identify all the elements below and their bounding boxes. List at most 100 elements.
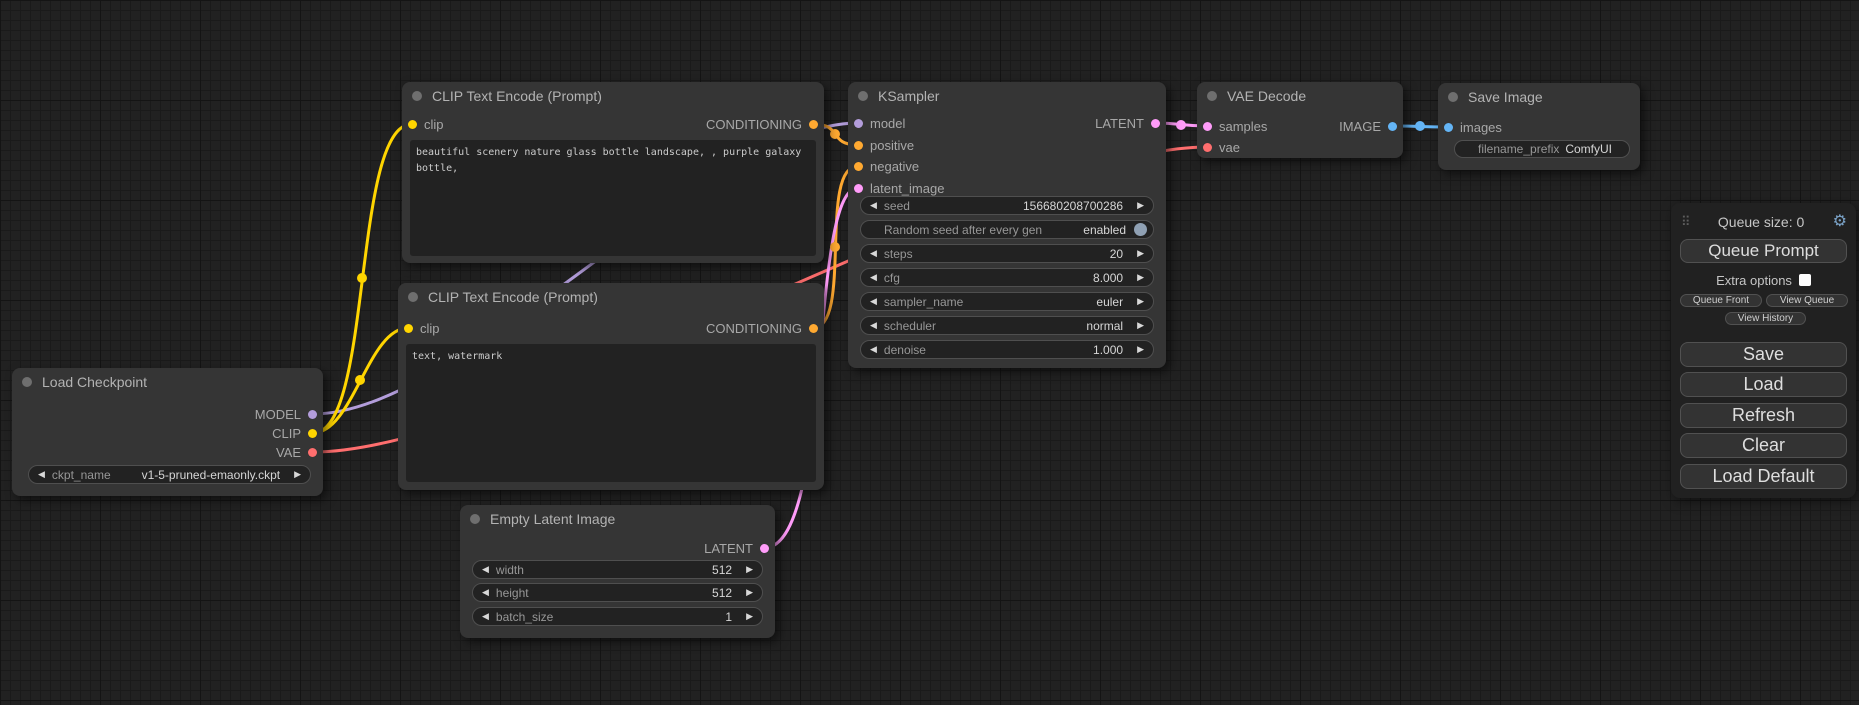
batch-size-widget[interactable]: ◀ batch_size 1 ▶ <box>472 607 763 626</box>
increment-arrow-icon[interactable]: ▶ <box>746 588 753 597</box>
collapse-dot-icon[interactable] <box>22 377 32 387</box>
input-slot-negative[interactable]: negative <box>854 157 919 175</box>
input-slot-positive[interactable]: positive <box>854 136 914 154</box>
cfg-widget[interactable]: ◀ cfg 8.000 ▶ <box>860 268 1154 287</box>
toggle-enabled-icon[interactable] <box>1134 223 1147 236</box>
load-button[interactable]: Load <box>1680 372 1847 397</box>
clear-button[interactable]: Clear <box>1680 433 1847 458</box>
latent-output-dot[interactable] <box>760 544 769 553</box>
filename-prefix-widget[interactable]: filename_prefix ComfyUI <box>1454 140 1630 158</box>
collapse-dot-icon[interactable] <box>1448 92 1458 102</box>
collapse-dot-icon[interactable] <box>470 514 480 524</box>
node-title-bar[interactable]: CLIP Text Encode (Prompt) <box>398 283 824 310</box>
clip-input-dot[interactable] <box>404 324 413 333</box>
node-ksampler[interactable]: KSampler model LATENT positive negative … <box>848 82 1166 368</box>
negative-input-dot[interactable] <box>854 162 863 171</box>
sampler-name-widget[interactable]: ◀ sampler_name euler ▶ <box>860 292 1154 311</box>
increment-arrow-icon[interactable]: ▶ <box>1137 321 1144 330</box>
increment-arrow-icon[interactable]: ▶ <box>1137 249 1144 258</box>
clip-output-dot[interactable] <box>308 429 317 438</box>
node-clip-text-encode-positive[interactable]: CLIP Text Encode (Prompt) clip CONDITION… <box>402 82 824 263</box>
clip-input-dot[interactable] <box>408 120 417 129</box>
node-save-image[interactable]: Save Image images filename_prefix ComfyU… <box>1438 83 1640 170</box>
output-slot-conditioning[interactable]: CONDITIONING <box>706 115 818 133</box>
increment-arrow-icon[interactable]: ▶ <box>746 612 753 621</box>
output-slot-clip[interactable]: CLIP <box>272 424 317 442</box>
queue-prompt-button[interactable]: Queue Prompt <box>1680 239 1847 263</box>
save-button[interactable]: Save <box>1680 342 1847 367</box>
decrement-arrow-icon[interactable]: ◀ <box>870 321 877 330</box>
vae-input-dot[interactable] <box>1203 143 1212 152</box>
steps-widget[interactable]: ◀ steps 20 ▶ <box>860 244 1154 263</box>
increment-arrow-icon[interactable]: ▶ <box>1137 273 1144 282</box>
positive-prompt-textarea[interactable]: beautiful scenery nature glass bottle la… <box>410 140 816 256</box>
seed-widget[interactable]: ◀ seed 156680208700286 ▶ <box>860 196 1154 215</box>
model-output-dot[interactable] <box>308 410 317 419</box>
node-title-bar[interactable]: Save Image <box>1438 83 1640 110</box>
collapse-dot-icon[interactable] <box>408 292 418 302</box>
width-widget[interactable]: ◀ width 512 ▶ <box>472 560 763 579</box>
input-slot-model[interactable]: model <box>854 114 905 132</box>
input-slot-clip[interactable]: clip <box>404 319 440 337</box>
output-slot-latent[interactable]: LATENT <box>1095 114 1160 132</box>
model-input-dot[interactable] <box>854 119 863 128</box>
decrement-arrow-icon[interactable]: ◀ <box>482 588 489 597</box>
node-title-bar[interactable]: VAE Decode <box>1197 82 1403 109</box>
drag-handle-icon[interactable]: ⠿ <box>1681 214 1690 230</box>
images-input-dot[interactable] <box>1444 123 1453 132</box>
node-empty-latent-image[interactable]: Empty Latent Image LATENT ◀ width 512 ▶ … <box>460 505 775 638</box>
input-slot-latent-image[interactable]: latent_image <box>854 179 944 197</box>
denoise-widget[interactable]: ◀ denoise 1.000 ▶ <box>860 340 1154 359</box>
settings-gear-icon[interactable]: ⚙ <box>1833 214 1847 230</box>
collapse-dot-icon[interactable] <box>858 91 868 101</box>
node-graph-canvas[interactable]: Load Checkpoint MODEL CLIP VAE ◀ ckpt_na… <box>0 0 1859 705</box>
input-slot-clip[interactable]: clip <box>408 115 444 133</box>
node-title-bar[interactable]: Load Checkpoint <box>12 368 323 395</box>
extra-options-checkbox[interactable] <box>1799 274 1811 286</box>
node-title-bar[interactable]: CLIP Text Encode (Prompt) <box>402 82 824 109</box>
latent-image-input-dot[interactable] <box>854 184 863 193</box>
output-slot-model[interactable]: MODEL <box>255 405 317 423</box>
refresh-button[interactable]: Refresh <box>1680 403 1847 428</box>
increment-arrow-icon[interactable]: ▶ <box>746 565 753 574</box>
node-vae-decode[interactable]: VAE Decode samples IMAGE vae <box>1197 82 1403 158</box>
positive-input-dot[interactable] <box>854 141 863 150</box>
output-slot-conditioning[interactable]: CONDITIONING <box>706 319 818 337</box>
output-slot-image[interactable]: IMAGE <box>1339 117 1397 135</box>
decrement-arrow-icon[interactable]: ◀ <box>870 249 877 258</box>
increment-arrow-icon[interactable]: ▶ <box>1137 345 1144 354</box>
scheduler-widget[interactable]: ◀ scheduler normal ▶ <box>860 316 1154 335</box>
vae-output-dot[interactable] <box>308 448 317 457</box>
load-default-button[interactable]: Load Default <box>1680 464 1847 489</box>
decrement-arrow-icon[interactable]: ◀ <box>482 565 489 574</box>
node-load-checkpoint[interactable]: Load Checkpoint MODEL CLIP VAE ◀ ckpt_na… <box>12 368 323 496</box>
ckpt-name-widget[interactable]: ◀ ckpt_name v1-5-pruned-emaonly.ckpt ▶ <box>28 465 311 484</box>
random-seed-toggle-widget[interactable]: Random seed after every gen enabled <box>860 220 1154 239</box>
output-slot-vae[interactable]: VAE <box>276 443 317 461</box>
increment-arrow-icon[interactable]: ▶ <box>294 470 301 479</box>
collapse-dot-icon[interactable] <box>412 91 422 101</box>
image-output-dot[interactable] <box>1388 122 1397 131</box>
view-history-button[interactable]: View History <box>1725 312 1806 325</box>
latent-output-dot[interactable] <box>1151 119 1160 128</box>
input-slot-samples[interactable]: samples <box>1203 117 1267 135</box>
decrement-arrow-icon[interactable]: ◀ <box>482 612 489 621</box>
node-clip-text-encode-negative[interactable]: CLIP Text Encode (Prompt) clip CONDITION… <box>398 283 824 490</box>
view-queue-button[interactable]: View Queue <box>1766 294 1848 307</box>
collapse-dot-icon[interactable] <box>1207 91 1217 101</box>
conditioning-output-dot[interactable] <box>809 324 818 333</box>
output-slot-latent[interactable]: LATENT <box>704 539 769 557</box>
node-title-bar[interactable]: Empty Latent Image <box>460 505 775 532</box>
node-title-bar[interactable]: KSampler <box>848 82 1166 109</box>
height-widget[interactable]: ◀ height 512 ▶ <box>472 583 763 602</box>
input-slot-images[interactable]: images <box>1444 118 1502 136</box>
increment-arrow-icon[interactable]: ▶ <box>1137 201 1144 210</box>
control-menu-panel[interactable]: ⠿ Queue size: 0 ⚙ Queue Prompt Extra opt… <box>1671 203 1856 498</box>
negative-prompt-textarea[interactable]: text, watermark <box>406 344 816 482</box>
decrement-arrow-icon[interactable]: ◀ <box>38 470 45 479</box>
input-slot-vae[interactable]: vae <box>1203 138 1240 156</box>
decrement-arrow-icon[interactable]: ◀ <box>870 273 877 282</box>
decrement-arrow-icon[interactable]: ◀ <box>870 345 877 354</box>
queue-front-button[interactable]: Queue Front <box>1680 294 1762 307</box>
samples-input-dot[interactable] <box>1203 122 1212 131</box>
